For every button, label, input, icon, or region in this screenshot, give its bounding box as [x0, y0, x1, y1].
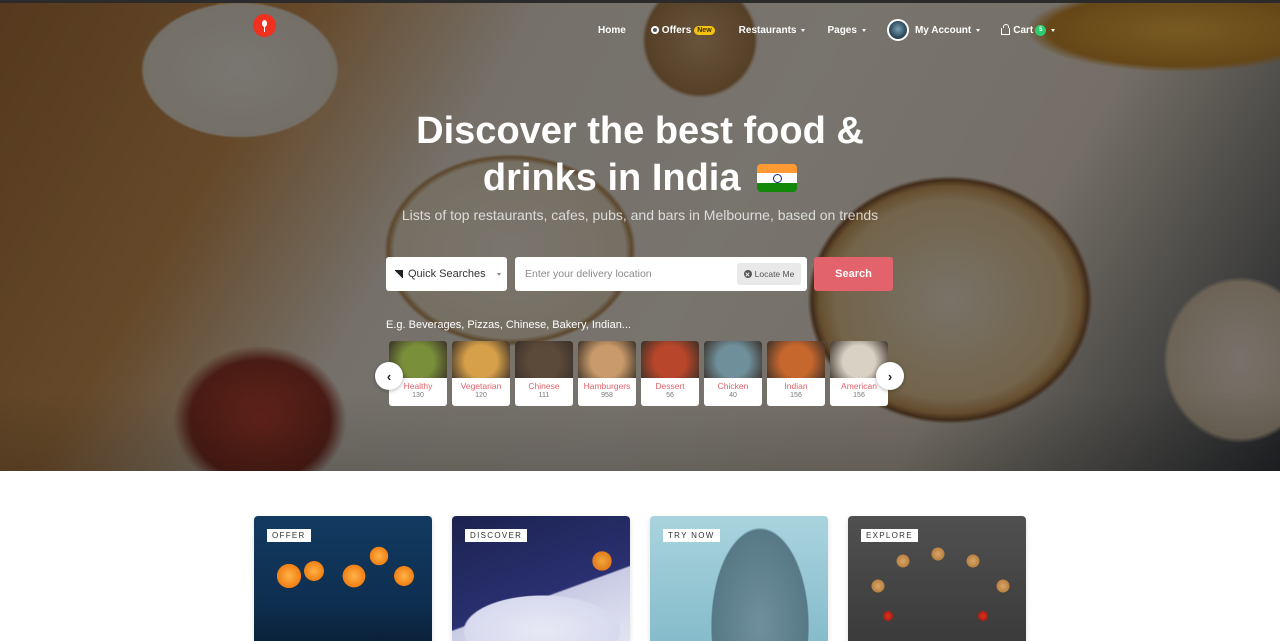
- hero-title-line2: drinks in India: [482, 157, 741, 199]
- caret-down-icon: [801, 28, 806, 32]
- promo-tag: DISCOVER: [465, 529, 528, 542]
- caret-down-icon: [496, 272, 501, 276]
- delivery-location-input[interactable]: [515, 257, 715, 291]
- cart-icon: [1001, 23, 1011, 35]
- category-image: [767, 341, 825, 378]
- nav-home[interactable]: Home: [598, 21, 626, 39]
- quick-searches-dropdown[interactable]: Quick Searches: [386, 257, 507, 291]
- category-count: 56: [666, 392, 674, 399]
- category-card[interactable]: Dessert 56: [641, 341, 699, 406]
- hero-title: Discover the best food & drinks in India: [0, 108, 1280, 202]
- category-image: [578, 341, 636, 378]
- category-count: 958: [601, 392, 613, 399]
- nav-pages[interactable]: Pages: [827, 21, 866, 39]
- promo-tag: TRY NOW: [663, 529, 720, 542]
- promo-tag: EXPLORE: [861, 529, 918, 542]
- hero-title-line1: Discover the best food &: [416, 110, 864, 152]
- nav-cart[interactable]: Cart 5: [1001, 21, 1056, 39]
- nav-pages-label: Pages: [827, 24, 857, 36]
- offer-icon: [650, 26, 659, 34]
- category-count: 156: [853, 392, 865, 399]
- category-name: Chinese: [528, 381, 560, 391]
- search-button[interactable]: Search: [814, 257, 893, 291]
- category-image: [452, 341, 510, 378]
- category-card[interactable]: Hamburgers 958: [578, 341, 636, 406]
- category-name: Chicken: [717, 381, 749, 391]
- category-count: 111: [538, 392, 550, 399]
- promo-card-offer[interactable]: OFFER: [254, 516, 432, 641]
- carousel-next-button[interactable]: ›: [876, 362, 904, 390]
- nav-account-label: My Account: [914, 24, 972, 36]
- locate-me-button[interactable]: Locate Me: [737, 263, 801, 285]
- browser-top-strip: [0, 0, 1280, 3]
- category-count: 40: [729, 392, 737, 399]
- nav-restaurants-label: Restaurants: [738, 24, 797, 36]
- locate-me-label: Locate Me: [754, 269, 795, 279]
- category-count: 156: [790, 392, 802, 399]
- caret-down-icon: [861, 28, 866, 32]
- nav-my-account[interactable]: My Account: [886, 19, 981, 41]
- logo[interactable]: [253, 14, 276, 37]
- search-examples: E.g. Beverages, Pizzas, Chinese, Bakery,…: [386, 319, 631, 331]
- chevron-right-icon: ›: [887, 368, 893, 384]
- avatar: [886, 19, 909, 41]
- india-flag-icon: [757, 164, 798, 192]
- location-arrow-icon: [395, 270, 403, 278]
- category-image: [704, 341, 762, 378]
- promo-tag: OFFER: [267, 529, 311, 542]
- category-card[interactable]: Indian 156: [767, 341, 825, 406]
- caret-down-icon: [1051, 28, 1056, 32]
- promo-card-discover[interactable]: DISCOVER: [452, 516, 630, 641]
- nav-offers-label: Offers: [661, 24, 692, 36]
- chevron-left-icon: ‹: [386, 368, 392, 384]
- new-badge: New: [694, 25, 715, 35]
- category-card[interactable]: Vegetarian 120: [452, 341, 510, 406]
- nav-restaurants[interactable]: Restaurants: [739, 21, 806, 39]
- category-image: [515, 341, 573, 378]
- quick-searches-label: Quick Searches: [408, 268, 486, 280]
- main-nav: Home Offers New Restaurants Pages My Acc…: [598, 19, 1056, 41]
- carousel-prev-button[interactable]: ‹: [375, 362, 403, 390]
- nav-cart-label: Cart: [1013, 24, 1034, 36]
- category-name: Vegetarian: [460, 381, 502, 391]
- category-name: Hamburgers: [583, 381, 631, 391]
- category-carousel: Healthy 130 Vegetarian 120 Chinese 111 Hamburg…: [389, 341, 891, 407]
- category-card[interactable]: Chinese 111: [515, 341, 573, 406]
- category-name: Indian: [784, 381, 808, 391]
- location-field: Locate Me: [515, 257, 807, 291]
- category-card[interactable]: Chicken 40: [704, 341, 762, 406]
- nav-offers[interactable]: Offers New: [650, 21, 715, 39]
- hero-subtitle: Lists of top restaurants, cafes, pubs, a…: [401, 207, 879, 223]
- clear-circle-icon: [743, 270, 752, 278]
- category-image: [641, 341, 699, 378]
- promo-card-explore[interactable]: EXPLORE: [848, 516, 1026, 641]
- category-name: Dessert: [655, 381, 685, 391]
- caret-down-icon: [976, 28, 981, 32]
- cart-count-badge: 5: [1035, 24, 1047, 36]
- category-count: 120: [475, 392, 487, 399]
- promo-card-try-now[interactable]: TRY NOW: [650, 516, 828, 641]
- spoon-icon: [262, 20, 267, 32]
- nav-home-label: Home: [598, 24, 626, 36]
- category-count: 130: [412, 392, 424, 399]
